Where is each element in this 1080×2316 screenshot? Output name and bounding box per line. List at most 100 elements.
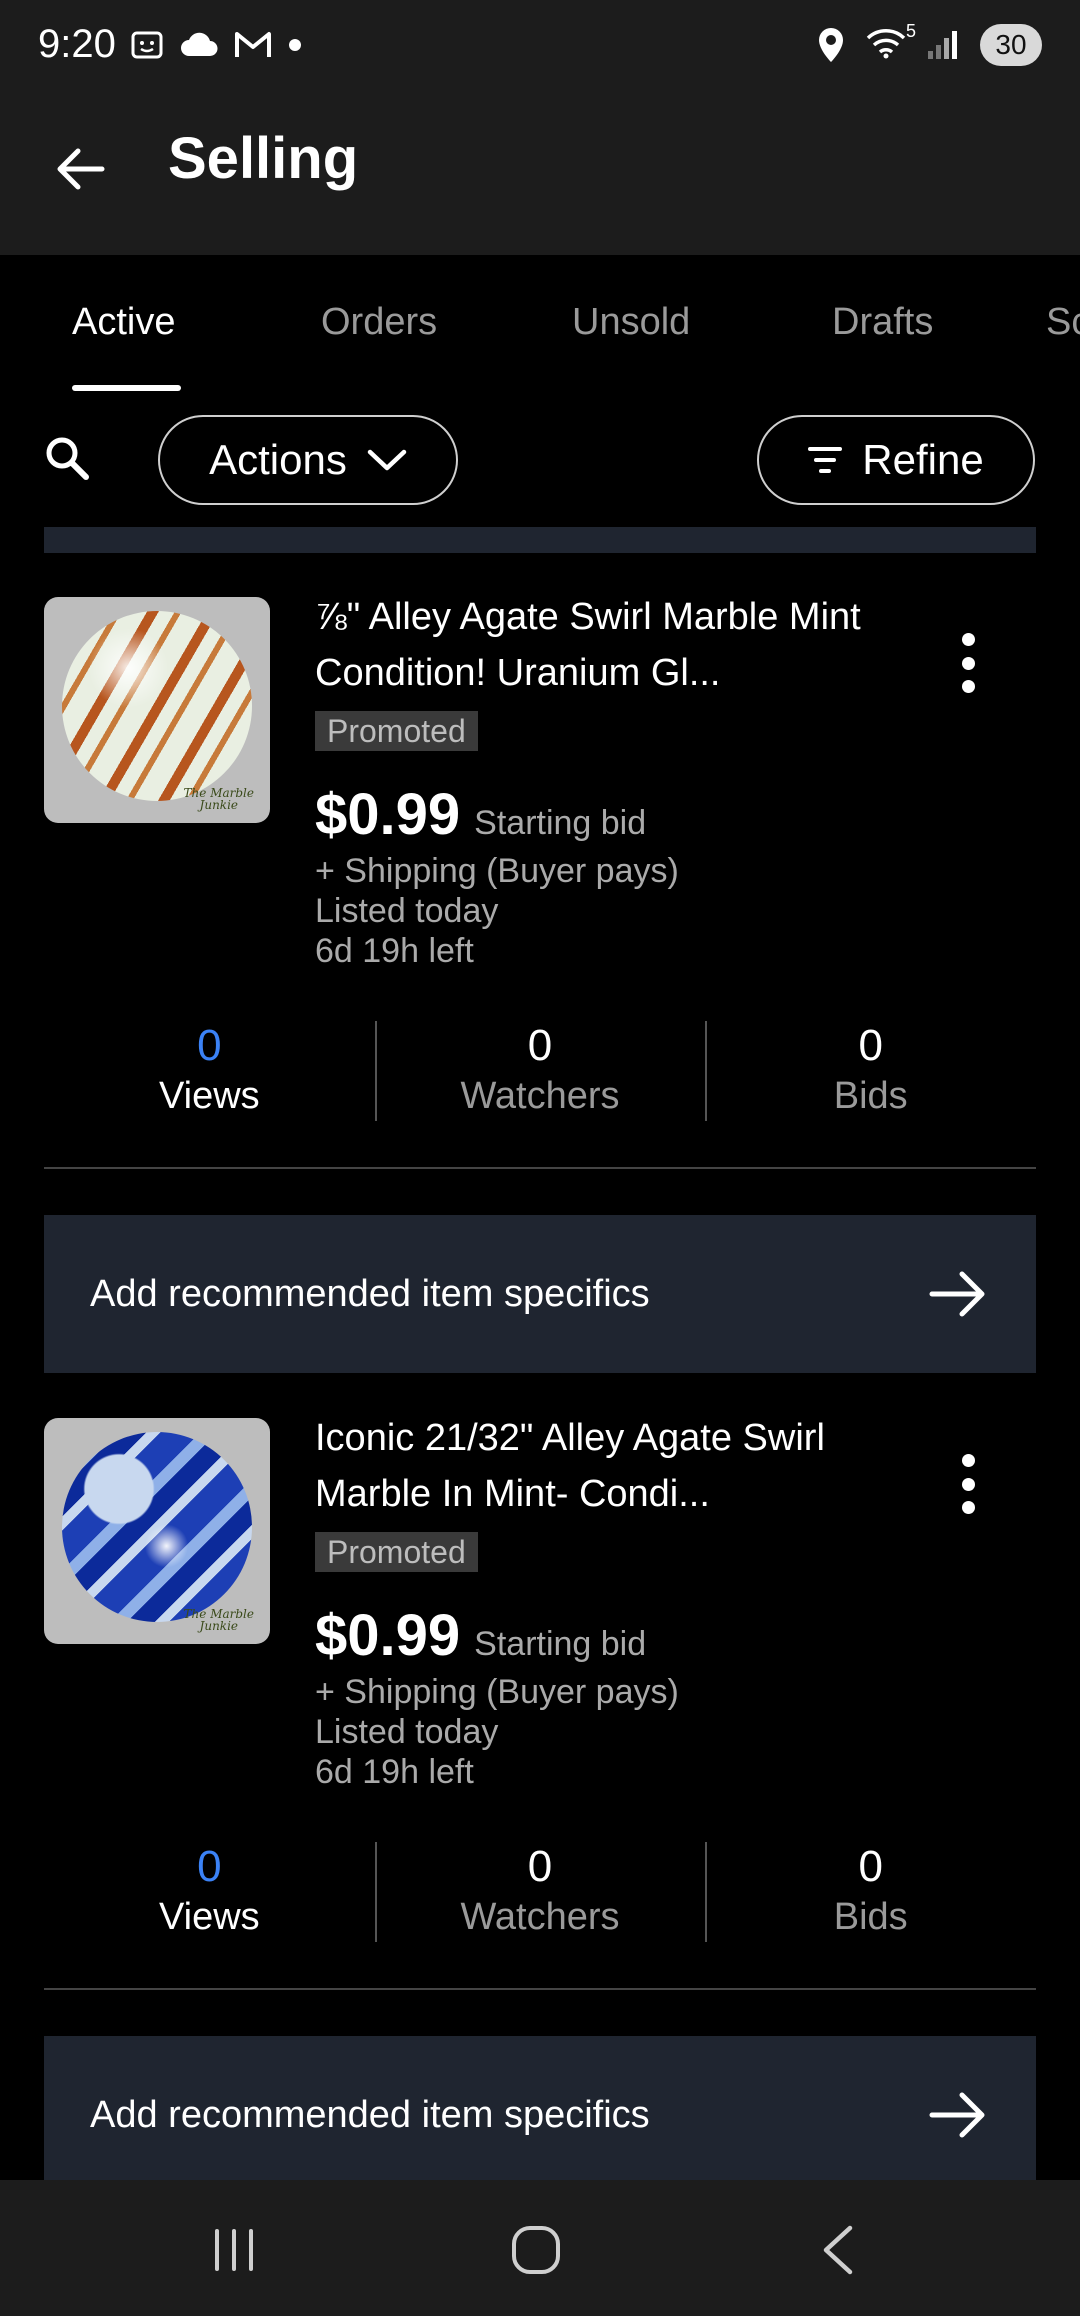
views-stat[interactable]: 0 Views xyxy=(44,1021,375,1121)
status-bar: 9:20 5 30 xyxy=(0,0,1080,95)
divider xyxy=(44,1988,1036,1990)
more-options-button[interactable] xyxy=(950,633,986,693)
promoted-badge: Promoted xyxy=(315,711,478,751)
watchers-count: 0 xyxy=(527,1842,553,1891)
recents-icon xyxy=(215,2229,253,2271)
recommendation-text: Add recommended item specifics xyxy=(90,2093,650,2136)
dot-icon xyxy=(289,39,301,51)
chevron-left-icon xyxy=(823,2225,853,2275)
watchers-label: Watchers xyxy=(460,1896,620,1938)
more-dot-icon xyxy=(961,656,975,670)
refine-label: Refine xyxy=(862,436,984,483)
recommended-specifics-banner[interactable]: Add recommended item specifics xyxy=(44,2036,1036,2194)
status-icons-right: 5 30 xyxy=(816,21,1042,66)
active-tab-indicator xyxy=(72,385,181,391)
location-icon xyxy=(819,28,843,62)
listing-title[interactable]: Iconic 21/32" Alley Agate Swirl Marble I… xyxy=(315,1410,875,1522)
marble-image xyxy=(62,1432,252,1622)
bids-label: Bids xyxy=(833,1896,908,1938)
shipping-info: + Shipping (Buyer pays) xyxy=(315,1673,679,1711)
tab-active[interactable]: Active xyxy=(72,301,175,344)
bids-label: Bids xyxy=(833,1075,908,1117)
watchers-label: Watchers xyxy=(460,1075,620,1117)
system-nav-bar xyxy=(0,2180,1080,2316)
time-left: 6d 19h left xyxy=(315,1753,474,1791)
tab-unsold[interactable]: Unsold xyxy=(572,301,690,344)
tab-drafts[interactable]: Drafts xyxy=(832,301,933,344)
actions-label: Actions xyxy=(209,436,347,483)
watermark-logo: The Marble Junkie xyxy=(183,1607,254,1633)
cloud-icon xyxy=(181,32,218,56)
wifi-indicator: 5 xyxy=(866,21,916,64)
divider xyxy=(44,1167,1036,1169)
bids-stat: 0 Bids xyxy=(705,1842,1036,1942)
search-icon xyxy=(46,437,89,480)
views-count: 0 xyxy=(197,1842,222,1891)
bids-count: 0 xyxy=(858,1021,883,1070)
more-dot-icon xyxy=(961,1454,975,1467)
more-dot-icon xyxy=(961,633,975,646)
refine-button[interactable]: Refine xyxy=(757,415,1035,505)
arrow-right-icon xyxy=(929,1271,985,1317)
listing-toolbar: Actions Refine xyxy=(0,395,1080,525)
tab-scheduled[interactable]: Sc xyxy=(1046,301,1080,344)
price: $0.99 xyxy=(315,1603,461,1668)
tab-bar: Active Orders Unsold Drafts Sc xyxy=(0,255,1080,395)
bids-stat: 0 Bids xyxy=(705,1021,1036,1121)
price-row: $0.99 Starting bid xyxy=(315,1602,646,1669)
listed-date: Listed today xyxy=(315,1713,499,1751)
bids-count: 0 xyxy=(858,1842,883,1891)
views-count: 0 xyxy=(197,1021,222,1070)
system-back-button[interactable] xyxy=(808,2220,868,2280)
listing-stats: 0 Views 0 Watchers 0 Bids xyxy=(44,1842,1036,1942)
more-options-button[interactable] xyxy=(950,1454,986,1514)
listing-thumbnail[interactable]: The Marble Junkie xyxy=(44,597,270,823)
views-label: Views xyxy=(158,1075,260,1117)
more-dot-icon xyxy=(961,1501,975,1514)
previous-item-edge xyxy=(44,527,1036,553)
page-title: Selling xyxy=(168,126,359,191)
actions-dropdown[interactable]: Actions xyxy=(158,415,458,505)
status-time: 9:20 xyxy=(38,22,116,66)
recommended-specifics-banner[interactable]: Add recommended item specifics xyxy=(44,1215,1036,1373)
watchers-stat: 0 Watchers xyxy=(374,1842,706,1942)
back-button[interactable] xyxy=(50,139,110,199)
status-icons-left xyxy=(130,28,302,62)
listed-date: Listed today xyxy=(315,892,499,930)
views-label: Views xyxy=(158,1896,260,1938)
bid-type: Starting bid xyxy=(474,1625,647,1663)
home-icon xyxy=(512,2226,560,2274)
filter-icon xyxy=(808,447,843,473)
views-stat[interactable]: 0 Views xyxy=(44,1842,375,1942)
watchers-count: 0 xyxy=(527,1021,553,1070)
listing-stats: 0 Views 0 Watchers 0 Bids xyxy=(44,1021,1036,1121)
promoted-badge: Promoted xyxy=(315,1532,478,1572)
tab-orders[interactable]: Orders xyxy=(321,301,437,344)
price-row: $0.99 Starting bid xyxy=(315,781,646,848)
watchers-stat: 0 Watchers xyxy=(374,1021,706,1121)
shipping-info: + Shipping (Buyer pays) xyxy=(315,852,679,890)
battery-icon: 30 xyxy=(980,24,1042,66)
home-button[interactable] xyxy=(506,2220,566,2280)
screenshot-icon xyxy=(131,31,163,59)
listing-title[interactable]: ⅞" Alley Agate Swirl Marble Mint Conditi… xyxy=(315,589,875,701)
listing-thumbnail[interactable]: The Marble Junkie xyxy=(44,1418,270,1644)
more-dot-icon xyxy=(961,1477,975,1491)
watermark-logo: The Marble Junkie xyxy=(183,786,254,812)
time-left: 6d 19h left xyxy=(315,932,474,970)
back-arrow-icon xyxy=(57,148,105,190)
wifi-icon xyxy=(866,28,906,58)
arrow-right-icon xyxy=(929,2092,985,2138)
wifi-band-label: 5 xyxy=(905,20,916,41)
recommendation-text: Add recommended item specifics xyxy=(90,1272,650,1315)
recents-button[interactable] xyxy=(204,2220,264,2280)
signal-icon xyxy=(928,31,957,59)
marble-image xyxy=(62,611,252,801)
app-bar: Selling xyxy=(0,95,1080,255)
more-dot-icon xyxy=(961,680,975,693)
price: $0.99 xyxy=(315,782,461,847)
gmail-icon xyxy=(235,32,271,57)
chevron-down-icon xyxy=(367,449,407,471)
search-button[interactable] xyxy=(44,435,90,481)
bid-type: Starting bid xyxy=(474,804,647,842)
